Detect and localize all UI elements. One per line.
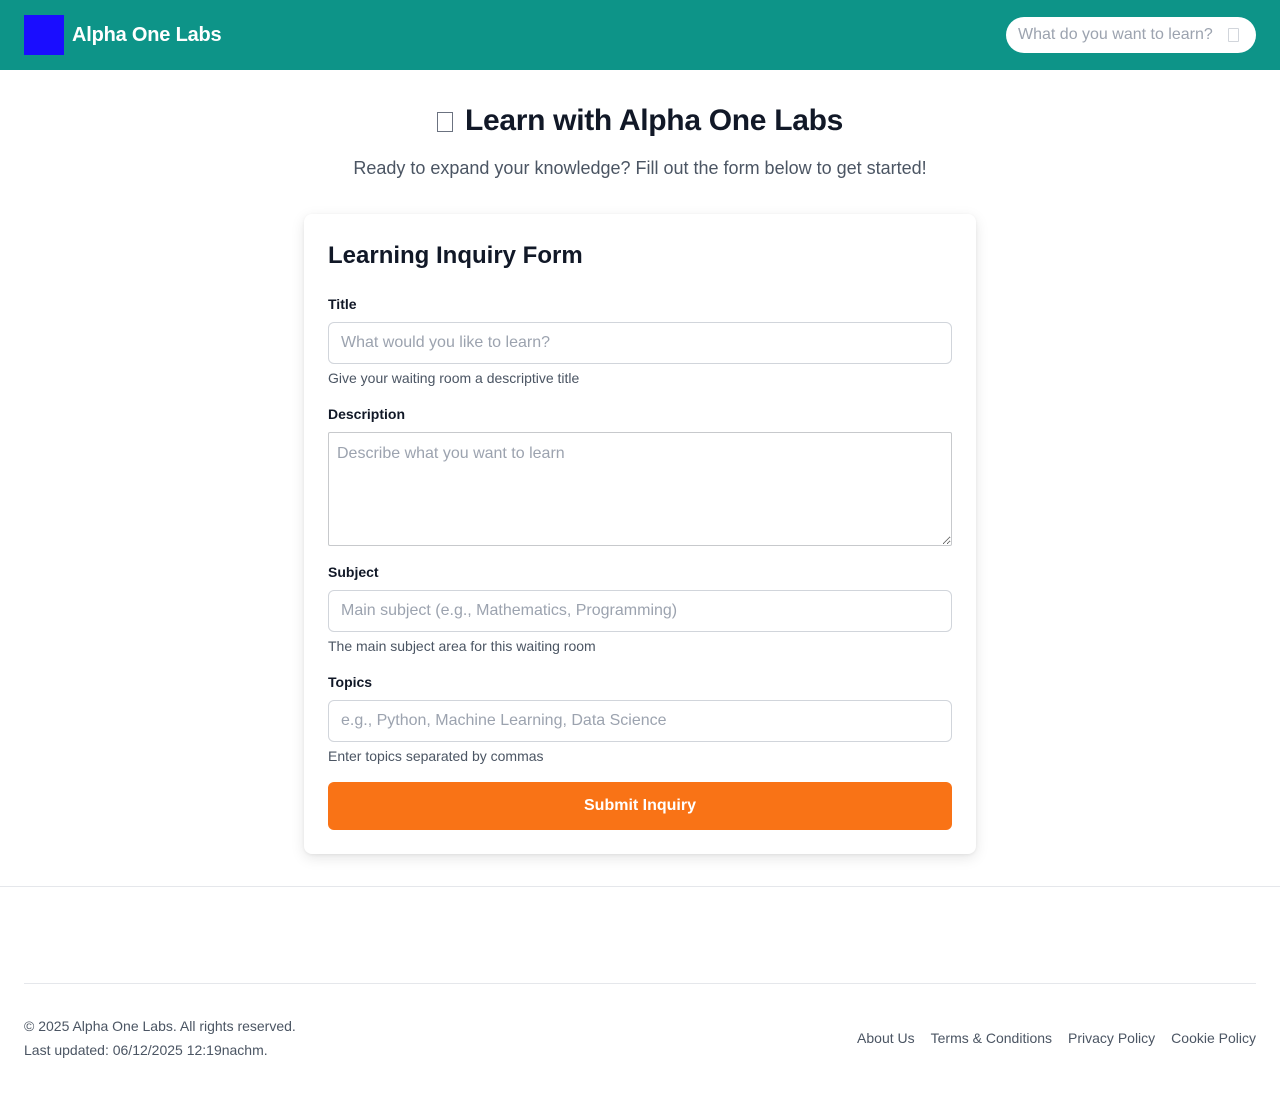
page-subtitle: Ready to expand your knowledge? Fill out… [353,158,927,178]
footer-link-privacy[interactable]: Privacy Policy [1068,1029,1155,1047]
search-box [1006,17,1256,53]
subject-input[interactable] [328,590,952,632]
page-title-text: Learn with Alpha One Labs [464,104,844,137]
form-title: Learning Inquiry Form [328,242,583,269]
footer-link-terms[interactable]: Terms & Conditions [931,1029,1052,1047]
subject-label: Subject [328,564,379,580]
subject-help-text: The main subject area for this waiting r… [328,638,596,654]
topics-label: Topics [328,674,373,690]
title-input[interactable] [328,322,952,364]
search-icon[interactable] [1228,28,1239,42]
copyright-text: © 2025 Alpha One Labs. All rights reserv… [24,1018,296,1034]
submit-inquiry-button[interactable]: Submit Inquiry [328,782,952,830]
brand-name[interactable]: Alpha One Labs [72,22,222,48]
topics-help-text: Enter topics separated by commas [328,748,544,764]
description-label: Description [328,406,406,422]
footer-link-cookie[interactable]: Cookie Policy [1171,1029,1256,1047]
page-title: Learn with Alpha One Labs [0,102,1280,140]
search-input[interactable] [1006,17,1226,53]
top-navigation-bar: Alpha One Labs [0,0,1280,70]
footer-links: About Us Terms & Conditions Privacy Poli… [857,1029,1256,1047]
title-label: Title [328,296,357,312]
description-textarea[interactable] [328,432,952,546]
footer-divider [0,886,1280,887]
footer-link-about-us[interactable]: About Us [857,1029,915,1047]
logo-icon[interactable] [24,15,64,55]
footer-inner-divider [24,983,1256,984]
book-icon [436,112,453,132]
inquiry-form-card: Learning Inquiry Form Title Give your wa… [304,214,976,854]
last-updated-text: Last updated: 06/12/2025 12:19nachm. [24,1042,268,1058]
title-help-text: Give your waiting room a descriptive tit… [328,370,580,386]
topics-input[interactable] [328,700,952,742]
